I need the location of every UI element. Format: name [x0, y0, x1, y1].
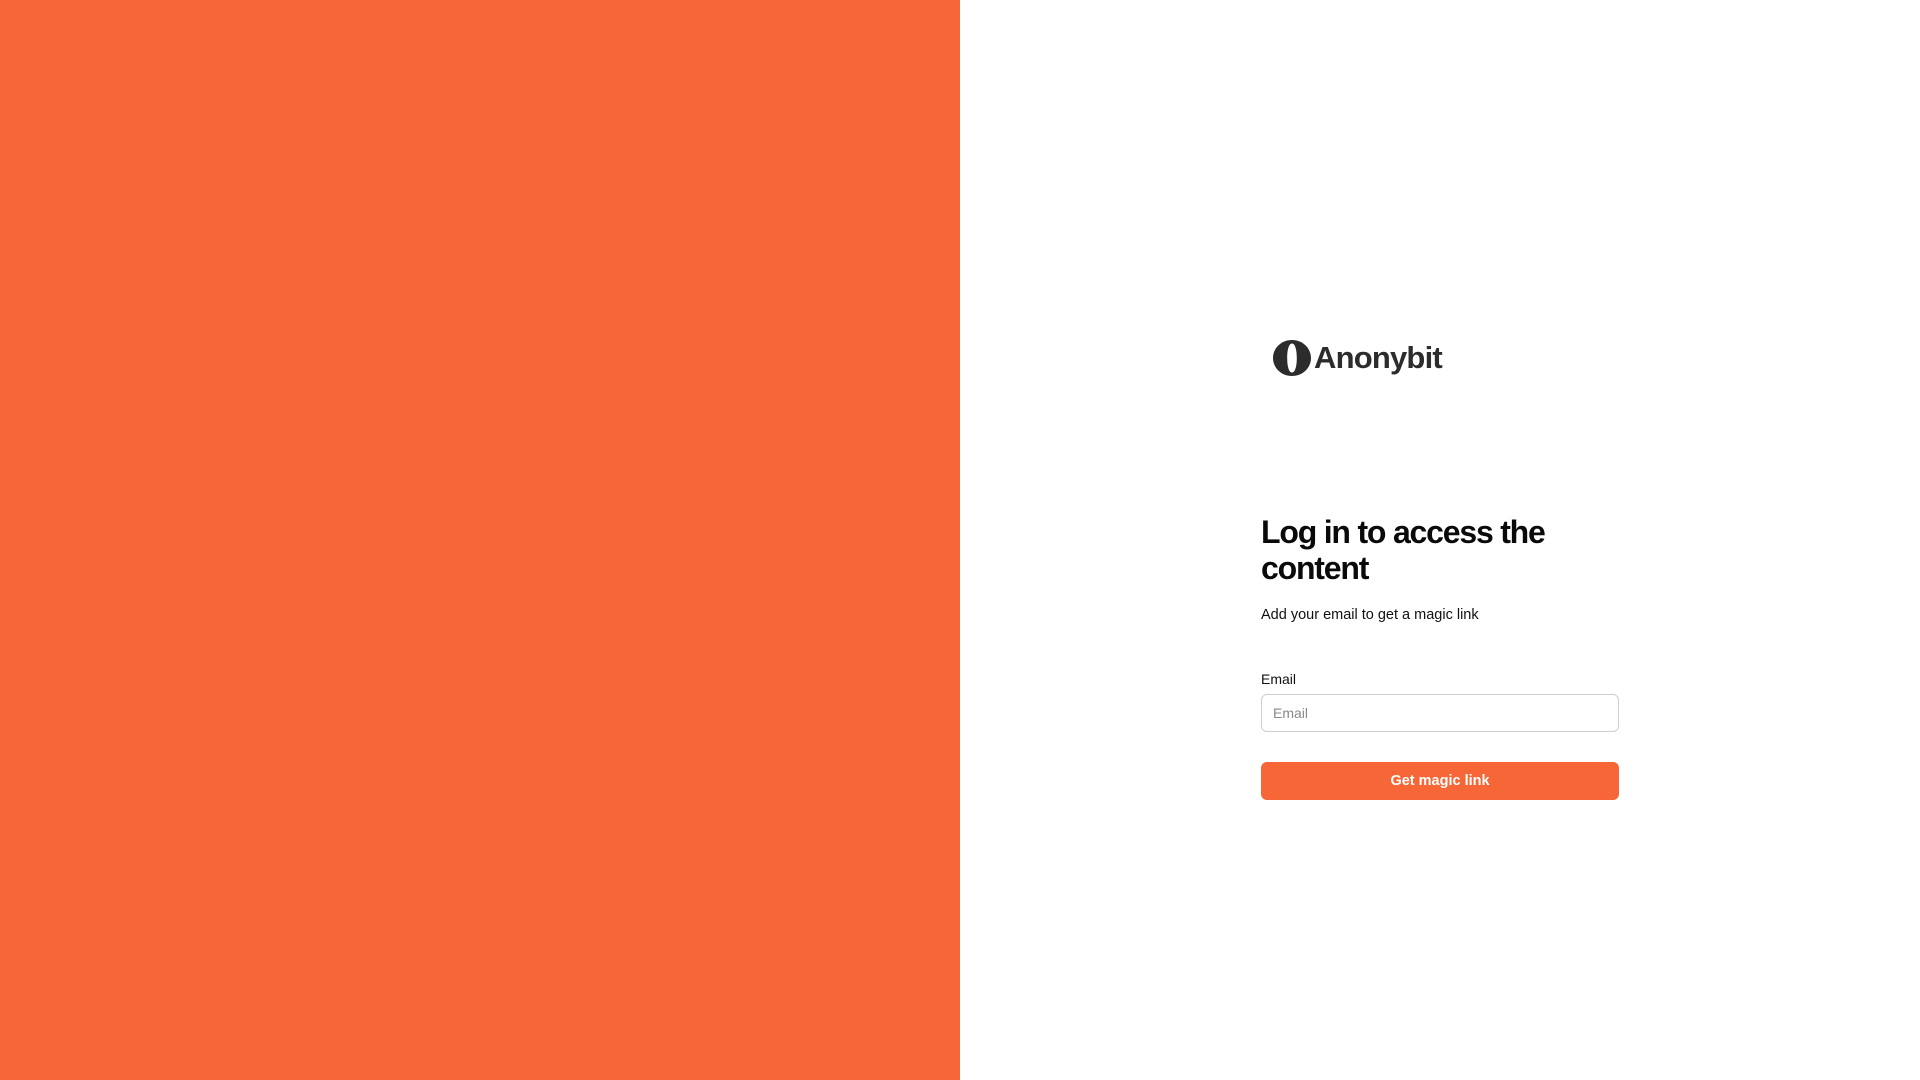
- email-label: Email: [1261, 671, 1297, 687]
- page-subtitle: Add your email to get a magic link: [1261, 607, 1479, 623]
- brand-name: Anonybit: [1314, 340, 1443, 375]
- brand-color-panel: [0, 0, 960, 1080]
- email-input[interactable]: [1261, 694, 1619, 732]
- page-title: Log in to access the content: [1261, 514, 1546, 586]
- get-magic-link-button[interactable]: Get magic link: [1261, 762, 1619, 800]
- login-form: Anonybit Log in to access the content Ad…: [1261, 338, 1619, 800]
- login-page: Anonybit Log in to access the content Ad…: [0, 0, 1920, 1080]
- login-panel: Anonybit Log in to access the content Ad…: [960, 0, 1920, 1080]
- brand-logo: Anonybit: [1273, 338, 1619, 378]
- anonybit-logo-icon: [1273, 340, 1311, 376]
